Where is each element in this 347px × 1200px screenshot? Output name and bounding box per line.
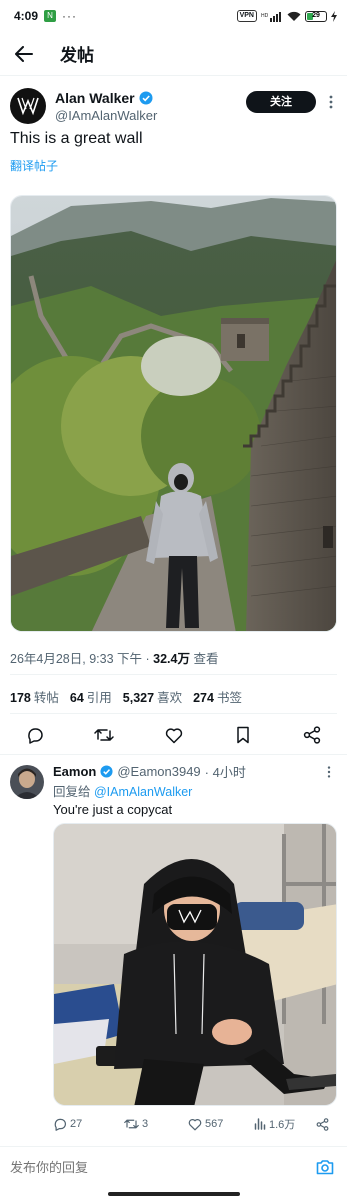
replying-to: 回复给 @IAmAlanWalker — [53, 785, 193, 799]
heart-icon — [188, 1118, 202, 1130]
great-wall-photo — [11, 196, 336, 631]
views-count: 1.6万 — [269, 1119, 296, 1131]
reply-reply-button[interactable]: 27 — [53, 1117, 124, 1131]
battery-icon: 29 — [305, 10, 327, 22]
tweet-meta: 26年4月28日, 9:33 下午 · 32.4万 查看 — [10, 648, 218, 667]
wifi-icon — [287, 11, 301, 21]
reply-text: You're just a copycat — [53, 802, 173, 817]
reply-button[interactable] — [24, 724, 46, 746]
views-count: 32.4万 — [153, 652, 190, 666]
more-vertical-icon — [329, 95, 333, 109]
status-time: 4:09 — [14, 9, 39, 23]
vpn-icon: VPN — [236, 10, 257, 22]
more-vertical-icon — [327, 766, 331, 778]
stat-quotes[interactable]: 64 引用 — [70, 687, 112, 706]
mobile-signal-icon: HD — [261, 11, 281, 22]
share-button[interactable] — [301, 724, 323, 746]
reply-views-button[interactable]: 1.6万 — [254, 1116, 316, 1132]
reply-share-button[interactable] — [316, 1117, 329, 1131]
views-chart-icon — [254, 1118, 266, 1130]
follow-button[interactable]: 关注 — [246, 91, 316, 113]
author-handle[interactable]: @IAmAlanWalker — [55, 108, 157, 123]
divider — [0, 754, 347, 755]
more-options-button[interactable] — [324, 90, 338, 114]
reply-avatar-image — [10, 765, 44, 799]
reply-author-name[interactable]: Eamon — [53, 764, 96, 779]
reply-photo[interactable] — [53, 823, 337, 1106]
reply-icon — [54, 1118, 66, 1131]
bookmark-icon — [237, 726, 249, 744]
views-label: 查看 — [189, 652, 219, 666]
verified-badge-icon — [100, 765, 113, 778]
stat-likes[interactable]: 5,327 喜欢 — [123, 687, 182, 706]
reply-icon — [28, 728, 43, 744]
tweet-photo[interactable] — [10, 195, 337, 632]
share-icon — [316, 1117, 329, 1131]
svg-text:HD: HD — [261, 13, 269, 19]
like-button[interactable] — [163, 724, 185, 746]
heart-icon — [165, 727, 182, 743]
reply-retweet-button[interactable]: 3 — [124, 1117, 188, 1131]
bookmark-button[interactable] — [232, 724, 254, 746]
retweet-icon — [124, 1119, 139, 1129]
arrow-left-icon — [15, 45, 33, 62]
tweet-action-bar — [10, 718, 337, 752]
reply-author-handle[interactable]: @Eamon3949 — [117, 764, 200, 779]
author-name-row[interactable]: Alan Walker — [55, 90, 157, 106]
reply-author-avatar[interactable] — [10, 765, 44, 799]
reply-author-row: Eamon @Eamon3949 · 4小时 — [53, 762, 246, 781]
alan-walker-logo-icon — [17, 97, 39, 116]
divider — [10, 674, 337, 675]
top-app-bar: 发帖 — [0, 32, 347, 76]
retweet-button[interactable] — [93, 724, 115, 746]
reply-action-bar: 27 3 567 1.6万 — [53, 1114, 337, 1134]
share-icon — [303, 726, 321, 744]
stat-bookmarks[interactable]: 274 书签 — [193, 687, 242, 706]
add-photo-button[interactable] — [313, 1155, 337, 1179]
reply-count: 27 — [70, 1118, 83, 1130]
divider — [10, 713, 337, 714]
reply-like-button[interactable]: 567 — [188, 1118, 254, 1131]
more-notifications-icon: ··· — [62, 9, 78, 23]
translate-post-link[interactable]: 翻译帖子 — [10, 157, 58, 174]
reply-input[interactable] — [10, 1159, 313, 1175]
page-title: 发帖 — [60, 46, 94, 65]
reply-more-options-button[interactable] — [322, 763, 336, 781]
status-bar: 4:09 N ··· VPN HD 29 — [0, 0, 347, 32]
tweet-text: This is a great wall — [10, 130, 143, 147]
author-avatar[interactable] — [10, 88, 46, 124]
replying-to-handle[interactable]: @IAmAlanWalker — [94, 785, 192, 799]
retweet-icon — [94, 729, 114, 741]
tweet-author-row: Alan Walker @IAmAlanWalker 关注 — [10, 86, 337, 126]
stat-retweets[interactable]: 178 转帖 — [10, 687, 59, 706]
tweet-stats: 178 转帖 64 引用 5,327 喜欢 274 书签 — [10, 687, 242, 706]
verified-badge-icon — [139, 91, 153, 104]
like-count: 567 — [205, 1118, 224, 1130]
back-button[interactable] — [0, 32, 48, 76]
reply-composer — [0, 1147, 347, 1187]
retweet-count: 3 — [142, 1118, 149, 1130]
camera-icon — [316, 1160, 334, 1175]
tweet-timestamp: 26年4月28日, 9:33 下午 · — [10, 652, 154, 666]
reply-photo-image — [54, 824, 336, 1105]
author-name[interactable]: Alan Walker — [55, 90, 135, 106]
notification-app-icon: N — [44, 10, 57, 22]
charging-icon — [331, 10, 337, 22]
home-indicator[interactable] — [108, 1192, 240, 1196]
reply-time: · 4小时 — [204, 765, 246, 780]
